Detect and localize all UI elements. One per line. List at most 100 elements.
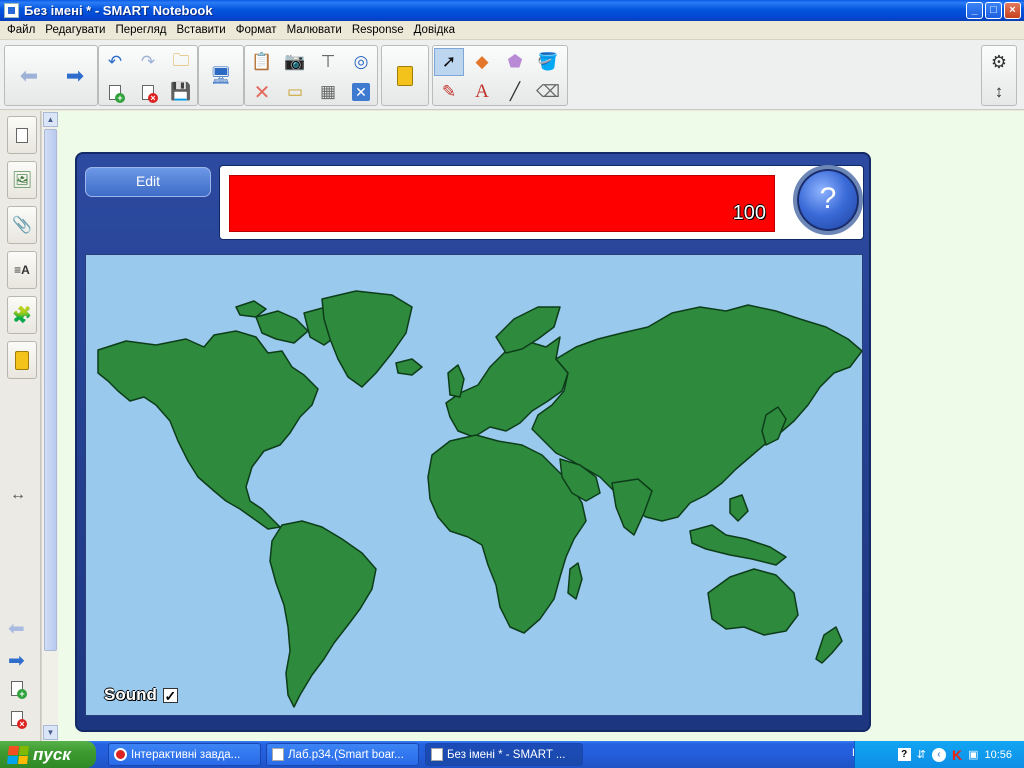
arctic-island — [235, 300, 267, 318]
sound-toggle[interactable]: Sound ✓ — [104, 685, 178, 705]
magic-eraser-icon[interactable]: ⌫ — [533, 78, 563, 106]
menu-view[interactable]: Перегляд — [110, 24, 171, 36]
window-controls: _ □ × — [966, 2, 1021, 19]
antivirus-icon[interactable]: K — [952, 747, 962, 763]
attachments-icon[interactable]: 📎 — [7, 206, 37, 244]
menu-bar: Файл Редагувати Перегляд Вставити Формат… — [0, 21, 1024, 40]
text-icon[interactable]: A — [467, 78, 497, 106]
screen-shade-icon[interactable]: ⊤ — [313, 48, 343, 76]
paste-icon[interactable]: 📋 — [247, 48, 277, 76]
world-map[interactable]: Sound ✓ — [85, 254, 863, 716]
window-title: Без імені * - SMART Notebook — [24, 3, 213, 18]
taskbar-item[interactable]: Без імені * - SMART ... — [425, 743, 583, 766]
menu-help[interactable]: Довідка — [409, 24, 460, 36]
taskbar-item[interactable]: Інтерактивні завда... — [108, 743, 261, 766]
camera-icon[interactable]: 📷 — [280, 48, 310, 76]
undo-icon[interactable]: ↶ — [100, 48, 130, 76]
table-icon[interactable]: ▦ — [313, 78, 343, 106]
shade-icon[interactable]: ▭ — [280, 78, 310, 106]
move-toolbar-icon[interactable]: ↕ — [984, 78, 1014, 106]
delete-x-icon[interactable]: ✕ — [247, 78, 277, 106]
start-button[interactable]: пуск — [0, 741, 96, 768]
sound-checkbox[interactable]: ✓ — [162, 687, 178, 703]
delete-page-icon[interactable]: × — [133, 78, 163, 106]
philippines-landmass — [729, 494, 749, 522]
display-icon[interactable]: ▣ — [968, 748, 978, 761]
page-sorter-icon[interactable] — [7, 116, 37, 154]
madagascar-landmass — [567, 562, 583, 600]
scroll-thumb[interactable] — [44, 129, 57, 651]
help-tray-icon[interactable]: ? — [897, 748, 911, 761]
system-tray: ? ⇵ ‹ K ▣ 10:56 — [854, 741, 1024, 768]
new-page-icon[interactable]: + — [100, 78, 130, 106]
menu-insert[interactable]: Вставити — [172, 24, 231, 36]
menu-format[interactable]: Формат — [231, 24, 282, 36]
forward-arrow-icon[interactable]: ➡ — [60, 62, 90, 90]
spotlight-icon[interactable]: ◎ — [346, 48, 376, 76]
smart-notebook-icon — [4, 3, 19, 18]
australia-landmass — [707, 568, 799, 636]
task-label: Інтерактивні завда... — [131, 748, 241, 761]
settings-gear-icon[interactable]: ⚙ — [984, 48, 1014, 76]
line-icon[interactable]: ╱ — [500, 78, 530, 106]
addons-icon[interactable]: 🧩 — [7, 296, 37, 334]
fill-icon[interactable]: 🪣 — [533, 48, 563, 76]
scroll-down-icon[interactable]: ▼ — [43, 725, 58, 740]
side-tabs: 🖼 📎 ≡A 🧩 ↔ ⬅ ➡ + × — [0, 111, 41, 741]
task-label: Без імені * - SMART ... — [447, 748, 566, 761]
score-value: 100 — [732, 202, 766, 224]
tools-group: ➚ ◆ ⬟ 🪣 ✎ A ╱ ⌫ — [432, 45, 568, 106]
back-arrow-icon[interactable]: ⬅ — [14, 62, 44, 90]
add-page-icon[interactable]: + — [11, 681, 27, 699]
british-isles — [447, 364, 465, 398]
help-button[interactable]: ? — [793, 165, 863, 235]
expand-tray-icon[interactable]: ‹ — [931, 747, 946, 762]
resize-handle-icon[interactable]: ↔ — [10, 486, 26, 504]
scroll-up-icon[interactable]: ▲ — [43, 112, 58, 127]
start-label: пуск — [33, 744, 71, 764]
activity-inner: Edit 100 ? Sound ✓ — [83, 165, 864, 718]
menu-draw[interactable]: Малювати — [282, 24, 347, 36]
network-icon[interactable]: ⇵ — [917, 748, 926, 761]
menu-file[interactable]: Файл — [2, 24, 40, 36]
screen-capture-icon[interactable]: 🖥 — [206, 62, 236, 90]
response-tab-icon[interactable] — [7, 341, 37, 379]
document-icon — [272, 748, 284, 761]
shapes-icon[interactable]: ◆ — [467, 48, 497, 76]
menu-response[interactable]: Response — [347, 24, 409, 36]
close-button[interactable]: × — [1004, 2, 1021, 19]
taskbar-item[interactable]: Лаб.р34.(Smart boar... — [266, 743, 419, 766]
notebook-canvas[interactable]: Edit 100 ? Sound ✓ — [58, 111, 1024, 741]
edit-button[interactable]: Edit — [85, 167, 211, 197]
save-icon[interactable]: 💾 — [166, 78, 196, 106]
world-map-svg — [97, 290, 863, 708]
edit-group: 📋 📷 ⊤ ◎ ✕ ▭ ▦ ✕ — [244, 45, 378, 106]
previous-page-icon[interactable]: ⬅ — [8, 616, 25, 641]
response-icon[interactable] — [390, 62, 420, 90]
gallery-icon[interactable]: 🖼 — [7, 161, 37, 199]
smart-notebook-icon — [431, 748, 443, 761]
vertical-scrollbar[interactable]: ▲ ▼ — [41, 111, 58, 741]
navigation-group: ⬅ ➡ — [4, 45, 98, 106]
page-group: ↶ ↷ 🗀 + × 💾 — [98, 45, 198, 106]
world-map-activity: Edit 100 ? Sound ✓ — [75, 152, 871, 732]
delete-page-side-icon[interactable]: × — [11, 711, 27, 729]
next-page-icon[interactable]: ➡ — [8, 648, 25, 673]
response-group — [381, 45, 429, 106]
eraser-icon[interactable]: ⬟ — [500, 48, 530, 76]
properties-icon[interactable]: ≡A — [7, 251, 37, 289]
select-arrow-icon[interactable]: ➚ — [434, 48, 464, 76]
hudson-island — [255, 310, 309, 344]
clear-x-icon[interactable]: ✕ — [346, 78, 376, 106]
india-landmass — [611, 478, 653, 536]
pens-icon[interactable]: ✎ — [434, 78, 464, 106]
open-folder-icon[interactable]: 🗀 — [166, 48, 196, 76]
menu-edit[interactable]: Редагувати — [40, 24, 110, 36]
maximize-button[interactable]: □ — [985, 2, 1002, 19]
minimize-button[interactable]: _ — [966, 2, 983, 19]
redo-icon[interactable]: ↷ — [133, 48, 163, 76]
opera-icon — [114, 748, 127, 761]
task-label: Лаб.р34.(Smart boar... — [288, 748, 404, 761]
toolbar-options-group: ⚙ ↕ — [981, 45, 1017, 106]
clock: 10:56 — [984, 748, 1012, 761]
